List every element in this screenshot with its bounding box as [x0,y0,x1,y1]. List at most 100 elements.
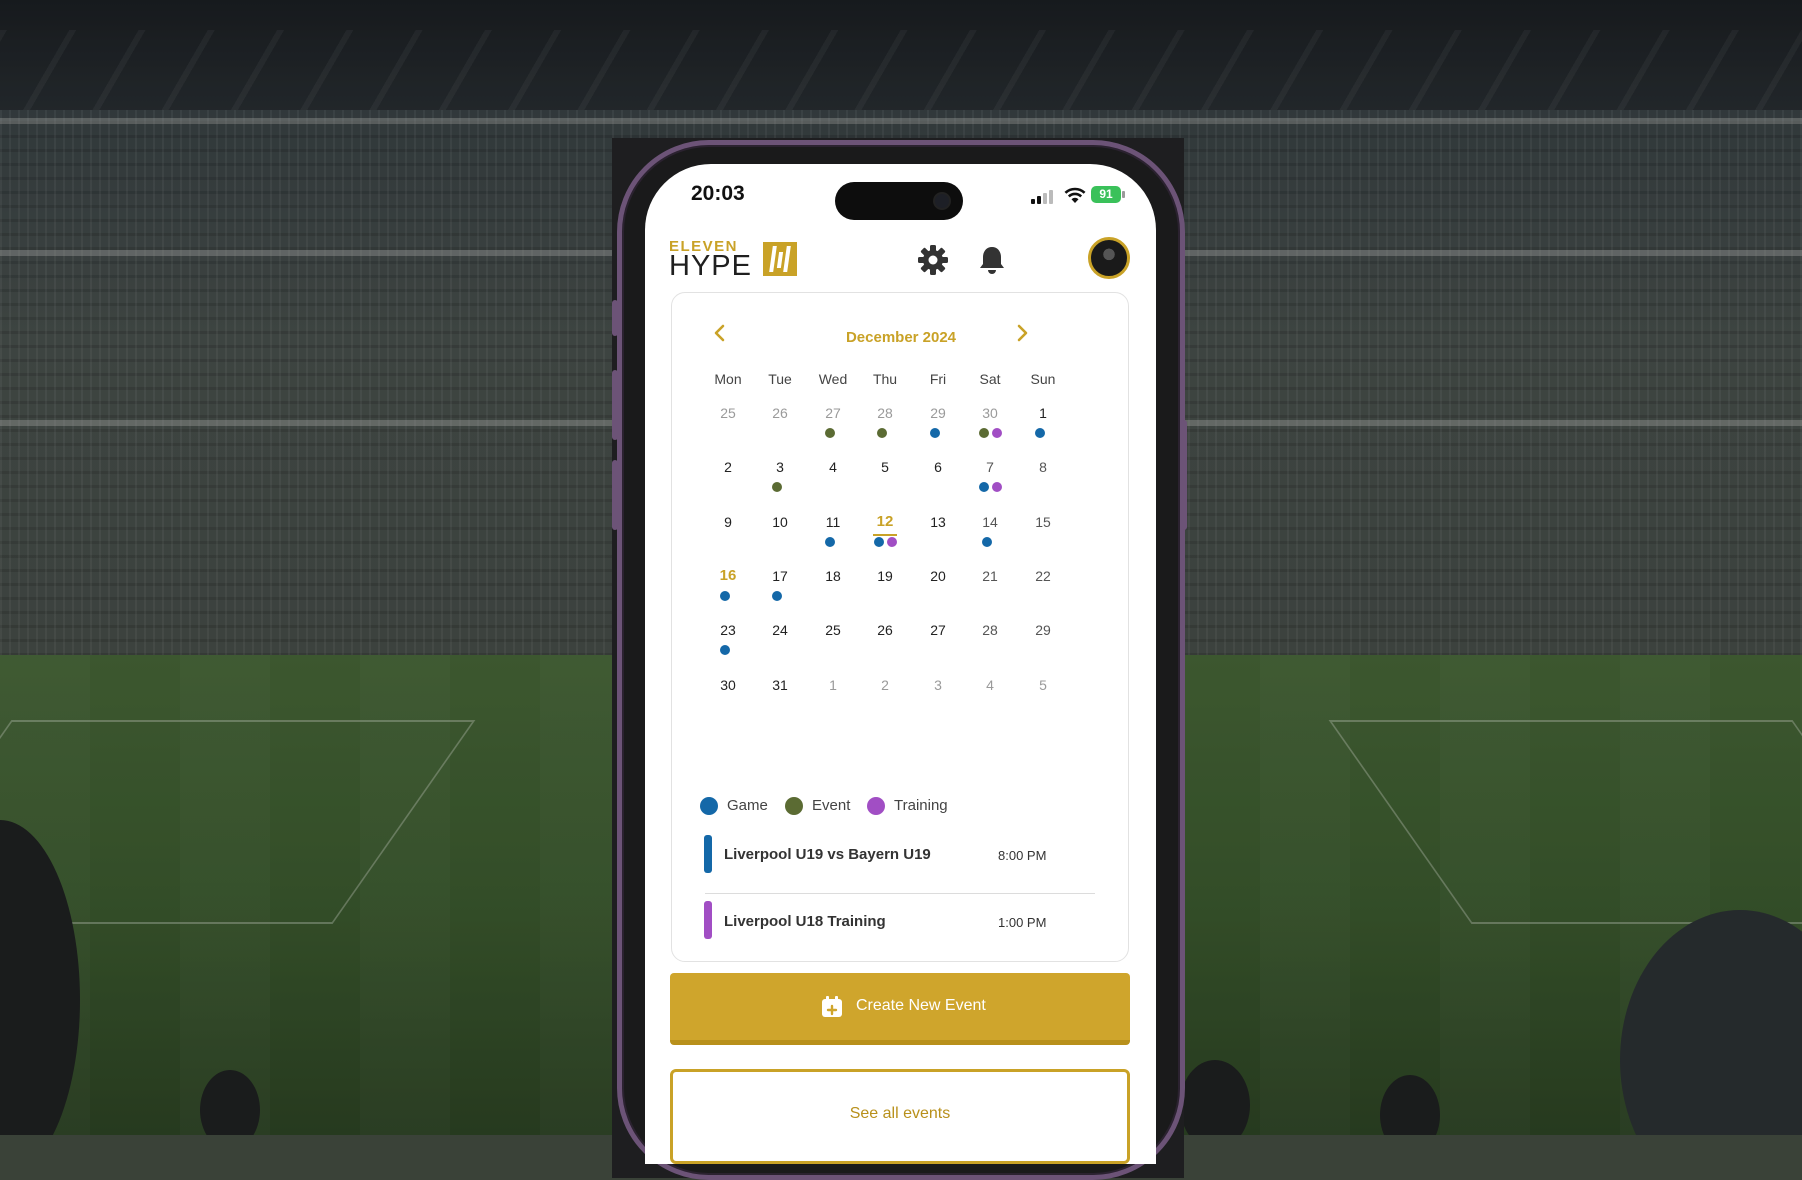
weekday-label: Sun [1030,371,1056,387]
calendar-day[interactable]: 22 [1013,568,1073,584]
training-indicator-dot [886,536,897,547]
game-indicator-dot [720,645,730,656]
calendar-day[interactable]: 3 [908,677,968,693]
calendar-day[interactable]: 4 [960,677,1020,693]
legend-game-label: Game [727,797,768,814]
calendar-day[interactable]: 28 [960,622,1020,638]
calendar-day[interactable]: 29 [1013,622,1073,638]
game-indicator-dot [978,482,989,493]
calendar-day[interactable]: 16 [698,567,758,584]
calendar-day[interactable]: 26 [750,405,810,421]
legend-training-label: Training [894,797,948,814]
event-title: Liverpool U19 vs Bayern U19 [724,846,931,863]
calendar-day[interactable]: 24 [750,622,810,638]
event-time: 8:00 PM [998,848,1047,863]
game-indicator-dot [720,590,730,601]
calendar-day[interactable]: 2 [698,459,758,475]
game-indicator-dot [772,590,782,601]
calendar-day[interactable]: 5 [855,459,915,475]
calendar-day[interactable]: 20 [908,568,968,584]
event-indicator-dot [772,482,782,493]
game-indicator-dot [1035,428,1045,438]
legend-event-dot [785,797,803,815]
gear-icon[interactable] [915,242,951,278]
calendar-day[interactable]: 7 [960,459,1020,475]
game-indicator-dot [873,536,884,547]
game-indicator-dot [825,536,835,547]
wifi-icon [1064,187,1086,203]
event-indicator-dot [825,428,835,438]
event-indicator-dot [877,428,887,438]
game-indicator-dot [982,536,992,547]
calendar-day[interactable]: 4 [803,459,863,475]
create-event-button[interactable]: Create New Event [670,973,1130,1045]
battery-indicator: 91 [1091,186,1121,203]
calendar-day[interactable]: 1 [1013,405,1073,421]
legend-game-dot [700,797,718,815]
create-event-label: Create New Event [856,997,986,1014]
calendar-day[interactable]: 30 [960,405,1020,421]
app-screen: 20:03 91 ELEVEN HYPE December 2024 Mon T… [645,164,1156,1164]
calendar-day[interactable]: 11 [803,514,863,530]
calendar-day[interactable]: 13 [908,514,968,530]
calendar-day[interactable]: 2 [855,677,915,693]
calendar-day[interactable]: 26 [855,622,915,638]
weekday-label: Mon [714,371,742,387]
logo-mark-icon [763,242,797,276]
phone-side-button [612,370,618,440]
month-title: December 2024 [845,329,957,346]
phone-side-button [1181,420,1187,530]
calendar-day[interactable]: 25 [698,405,758,421]
training-indicator-dot [991,482,1002,493]
weekday-label: Tue [768,371,792,387]
calendar-day[interactable]: 3 [750,459,810,475]
calendar-day[interactable]: 31 [750,677,810,693]
event-divider [705,893,1095,894]
event-type-bar [704,835,712,873]
training-indicator-dot [991,428,1002,438]
calendar-day[interactable]: 8 [1013,459,1073,475]
calendar-day[interactable]: 17 [750,568,810,584]
calendar-day[interactable]: 6 [908,459,968,475]
logo-text-hype: HYPE [669,250,752,282]
calendar-day[interactable]: 9 [698,514,758,530]
weekday-label: Thu [872,371,898,387]
phone-side-button [612,460,618,530]
event-title: Liverpool U18 Training [724,913,886,930]
calendar-day[interactable]: 5 [1013,677,1073,693]
weekday-label: Sat [979,371,1001,387]
calendar-day[interactable]: 15 [1013,514,1073,530]
weekday-label: Wed [818,371,848,387]
calendar-day[interactable]: 27 [803,405,863,421]
chevron-right-icon[interactable] [1010,321,1034,345]
weekday-label: Fri [929,371,947,387]
calendar-day[interactable]: 29 [908,405,968,421]
calendar-day[interactable]: 28 [855,405,915,421]
calendar-day[interactable]: 1 [803,677,863,693]
calendar-day[interactable]: 25 [803,622,863,638]
battery-tip [1122,191,1125,198]
game-indicator-dot [930,428,940,438]
phone-side-button [612,300,618,336]
calendar-day[interactable]: 18 [803,568,863,584]
event-indicator-dot [978,428,989,438]
calendar-day[interactable]: 12 [855,513,915,530]
avatar[interactable] [1088,237,1130,279]
calendar-day[interactable]: 30 [698,677,758,693]
see-all-events-button[interactable]: See all events [670,1069,1130,1164]
event-type-bar [704,901,712,939]
calendar-day[interactable]: 10 [750,514,810,530]
calendar-day[interactable]: 23 [698,622,758,638]
dynamic-island [835,182,963,220]
calendar-day[interactable]: 19 [855,568,915,584]
calendar-day[interactable]: 27 [908,622,968,638]
status-time: 20:03 [691,182,745,205]
bell-icon[interactable] [974,242,1010,278]
selected-day-underline [873,533,897,536]
calendar-add-icon [822,996,842,1017]
calendar-day[interactable]: 14 [960,514,1020,530]
legend-event-label: Event [812,797,851,814]
calendar-day[interactable]: 21 [960,568,1020,584]
event-time: 1:00 PM [998,915,1047,930]
cellular-signal-icon [1031,190,1057,204]
